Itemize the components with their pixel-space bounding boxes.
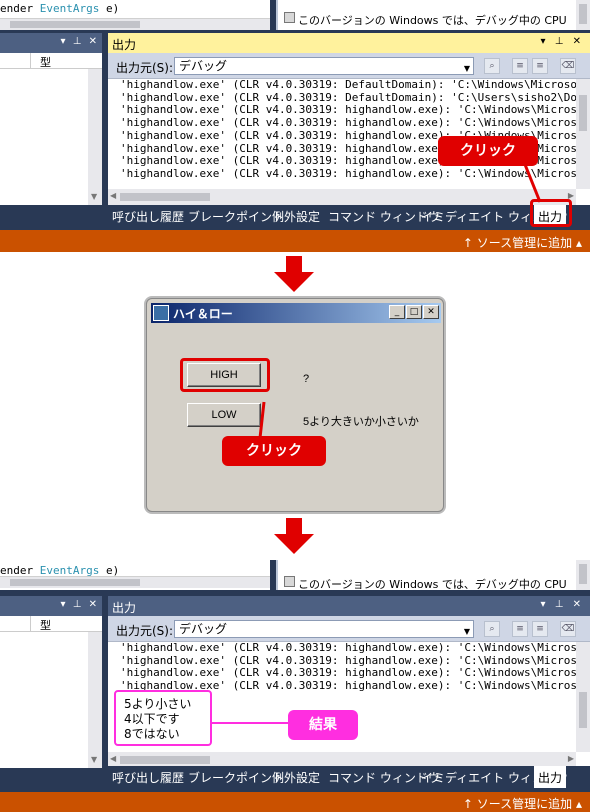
tab-breakpoints[interactable]: ブレークポイント [188,208,284,225]
dialog-titlebar: ハイ＆ロー _ □ ✕ [151,303,441,323]
high-button-highlight [180,358,270,392]
log-line: 'highandlow.exe' (CLR v4.0.30319: highan… [120,166,576,180]
add-to-source-control[interactable]: ↑ ソース管理に追加 ▴ [463,234,582,251]
code-hscrollbar[interactable] [0,18,270,30]
settings-icon [284,576,295,587]
tab-exception-settings[interactable]: 例外設定 [272,769,320,786]
result-output-box: 5より小さい 4以下です 8ではない [114,690,212,746]
close-icon[interactable]: ✕ [423,305,439,319]
callout-leader-line [210,722,290,724]
tab-breakpoints[interactable]: ブレークポイント [188,769,284,786]
locals-scrollbar[interactable]: ▼ [88,632,102,768]
app-icon [153,305,169,321]
output-toolbar: 出力元(S): デバッグ ▼ ⌕ ≡ ≡ ⌫ [108,53,590,79]
output-log: 'highandlow.exe' (CLR v4.0.30319: Defaul… [120,79,576,189]
vs-panel-after: ender EventArgs e) このバージョンの Windows では、デ… [0,560,590,812]
pane-window-buttons[interactable]: ▾ ⊥ ✕ [61,36,99,47]
prev-message-icon[interactable]: ≡ [512,58,528,74]
bottom-tab-bar: 呼び出し履歴 ブレークポイント 例外設定 コマンド ウィンドウ イミディエイト … [108,766,590,788]
locals-pane-header: ▾ ⊥ ✕ [0,33,102,53]
hint-label: 5より大きいか小さいか [303,416,419,428]
code-hscrollbar[interactable] [0,576,270,588]
question-label: ? [303,373,310,385]
log-line: 'highandlow.exe' (CLR v4.0.30319: Defaul… [120,79,576,91]
diagnostic-tip: このバージョンの Windows では、デバッグ中の CPU [276,0,590,30]
column-type-label: 型 [40,56,51,69]
click-callout-high: クリック [222,436,326,466]
add-to-source-control[interactable]: ↑ ソース管理に追加 ▴ [463,795,582,812]
locals-pane: ▾ ⊥ ✕ 型 ▼ [0,596,102,768]
maximize-icon[interactable]: □ [406,305,422,319]
log-line: 'highandlow.exe' (CLR v4.0.30319: highan… [120,116,576,130]
arrow-down-icon [274,256,314,292]
locals-column-header: 型 [0,616,102,632]
output-pane-title: 出力 [112,601,137,615]
output-source-select[interactable]: デバッグ ▼ [174,620,474,638]
output-pane-header: 出力 ▾ ⊥ ✕ [108,33,590,53]
locals-column-header: 型 [0,53,102,69]
result-line: 8ではない [124,727,180,741]
output-toolbar: 出力元(S): デバッグ ▼ ⌕ ≡ ≡ ⌫ [108,616,590,642]
pane-window-buttons[interactable]: ▾ ⊥ ✕ [541,599,584,610]
output-source-select[interactable]: デバッグ ▼ [174,57,474,75]
tab-output[interactable]: 出力 [534,766,567,788]
vs-panel-before: ender EventArgs e) このバージョンの Windows では、デ… [0,0,590,252]
tip-scrollbar[interactable] [576,560,590,590]
column-type-label: 型 [40,619,51,632]
clear-all-icon[interactable]: ⌫ [560,58,576,74]
next-message-icon[interactable]: ≡ [532,621,548,637]
locals-scrollbar[interactable]: ▼ [88,69,102,205]
next-message-icon[interactable]: ≡ [532,58,548,74]
pane-window-buttons[interactable]: ▾ ⊥ ✕ [541,36,584,47]
code-editor-strip: ender EventArgs e) [0,560,270,590]
diagnostic-tip: このバージョンの Windows では、デバッグ中の CPU [276,560,590,591]
output-pane-header: 出力 ▾ ⊥ ✕ [108,596,590,616]
output-vscrollbar[interactable] [576,642,590,752]
chevron-down-icon: ▼ [463,64,470,73]
output-source-label: 出力元(S): [116,61,174,75]
status-bar: ↑ ソース管理に追加 ▴ [0,230,590,252]
locals-pane: ▾ ⊥ ✕ 型 ▼ [0,33,102,205]
dialog-title: ハイ＆ロー [173,307,233,321]
output-hscrollbar[interactable]: ◀ ▶ [108,189,576,205]
pane-window-buttons[interactable]: ▾ ⊥ ✕ [61,599,99,610]
minimize-icon[interactable]: _ [389,305,405,319]
settings-icon [284,12,295,23]
clear-all-icon[interactable]: ⌫ [560,621,576,637]
prev-message-icon[interactable]: ≡ [512,621,528,637]
callout-leader-line [522,161,542,203]
locals-pane-header: ▾ ⊥ ✕ [0,596,102,616]
diagnostic-tip-text: このバージョンの Windows では、デバッグ中の CPU [298,578,567,591]
tab-exception-settings[interactable]: 例外設定 [272,208,320,225]
code-line: ender EventArgs e) [0,2,120,15]
output-source-label: 出力元(S): [116,624,174,638]
chevron-down-icon: ▼ [463,627,470,636]
output-pane-title: 出力 [112,38,137,52]
diagnostic-tip-text: このバージョンの Windows では、デバッグ中の CPU [298,14,567,27]
find-message-icon[interactable]: ⌕ [484,58,500,74]
output-vscrollbar[interactable] [576,79,590,189]
arrow-down-icon [274,518,314,554]
click-callout-output-tab: クリック [438,136,538,166]
tab-call-stack[interactable]: 呼び出し履歴 [112,208,184,225]
tab-call-stack[interactable]: 呼び出し履歴 [112,769,184,786]
result-callout: 結果 [288,710,358,740]
status-bar: ↑ ソース管理に追加 ▴ [0,792,590,812]
callout-leader-line [258,401,266,439]
find-message-icon[interactable]: ⌕ [484,621,500,637]
log-line: 'highandlow.exe' (CLR v4.0.30319: highan… [120,642,576,654]
tip-scrollbar[interactable] [576,0,590,30]
high-low-dialog: ハイ＆ロー _ □ ✕ HIGH LOW ? 5より大きいか小さいか [146,298,444,512]
bottom-tab-bar: 呼び出し履歴 ブレークポイント 例外設定 コマンド ウィンドウ イミディエイト … [108,205,590,227]
output-log: 'highandlow.exe' (CLR v4.0.30319: highan… [120,642,576,694]
code-editor-strip: ender EventArgs e) [0,0,270,30]
